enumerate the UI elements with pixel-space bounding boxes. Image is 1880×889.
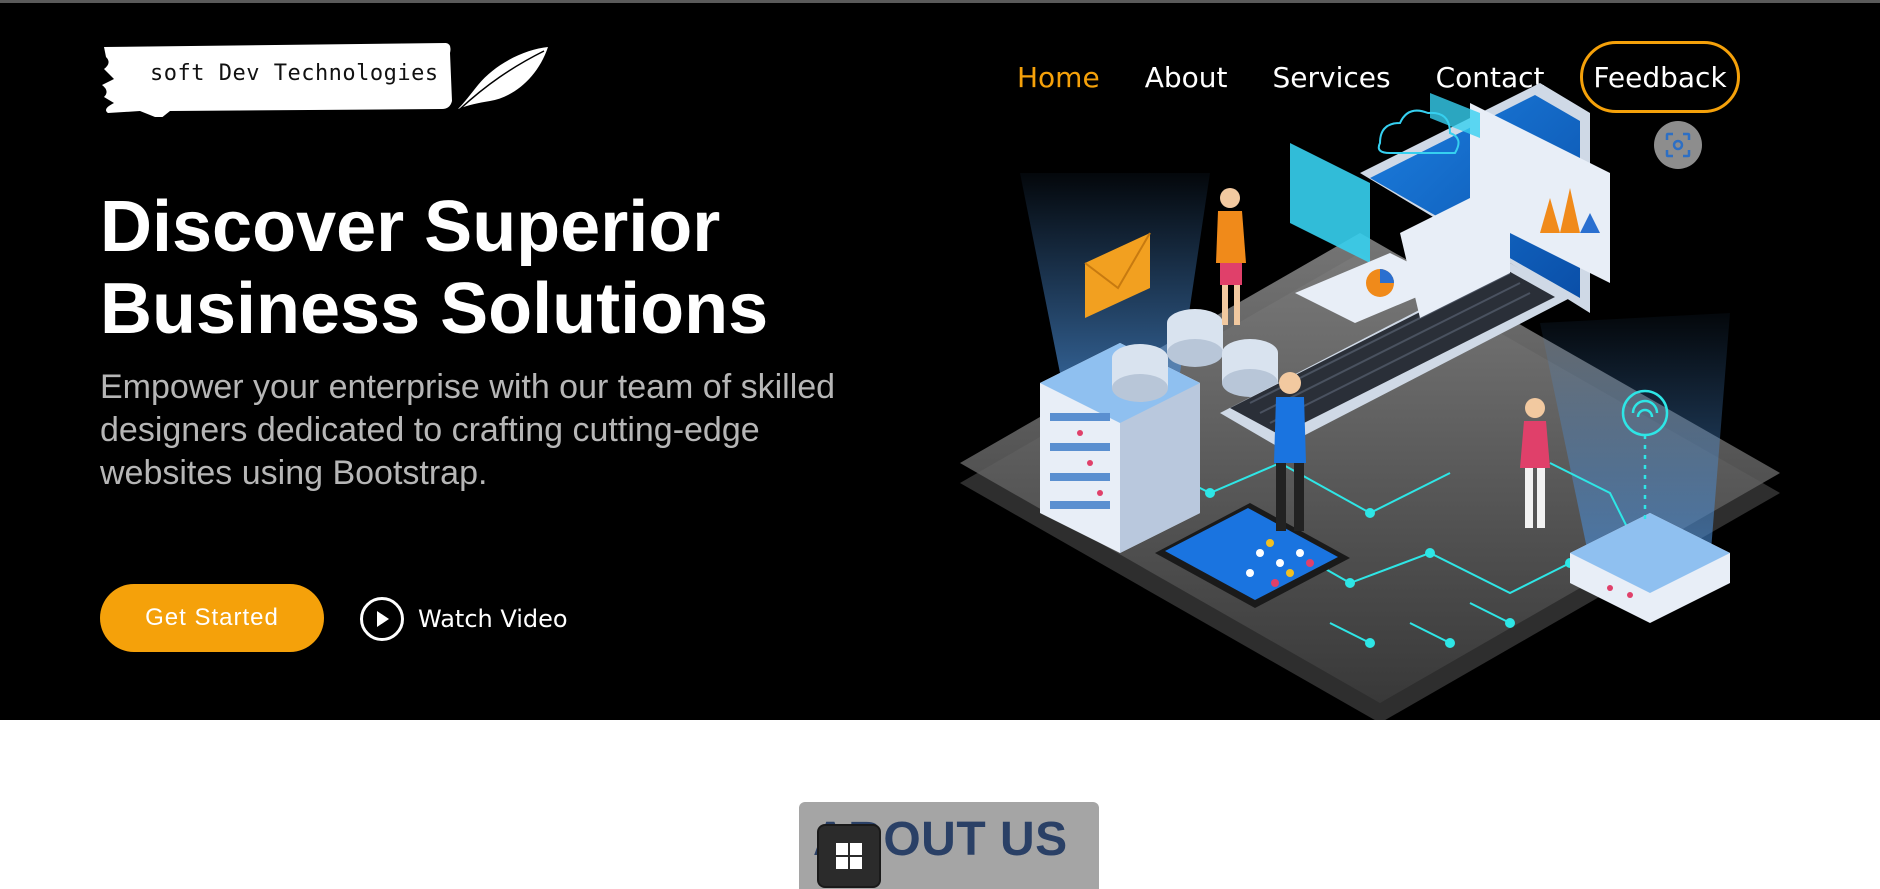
brand-name: soft Dev Technologies <box>150 61 439 86</box>
feather-icon <box>458 47 548 110</box>
hero-title: Discover Superior Business Solutions <box>100 187 769 349</box>
watch-video-button[interactable]: Watch Video <box>360 594 568 644</box>
hero-section: soft Dev Technologies Home About Service… <box>0 3 1880 720</box>
brand-logo[interactable]: soft Dev Technologies <box>100 39 556 117</box>
play-icon <box>360 597 404 641</box>
watch-video-label: Watch Video <box>418 605 568 633</box>
windows-logo-icon <box>836 843 862 869</box>
get-started-button[interactable]: Get Started <box>100 584 324 652</box>
windows-start-button[interactable] <box>819 826 879 886</box>
hero-subtitle: Empower your enterprise with our team of… <box>100 368 836 492</box>
isometric-tech-illustration <box>960 83 1780 720</box>
